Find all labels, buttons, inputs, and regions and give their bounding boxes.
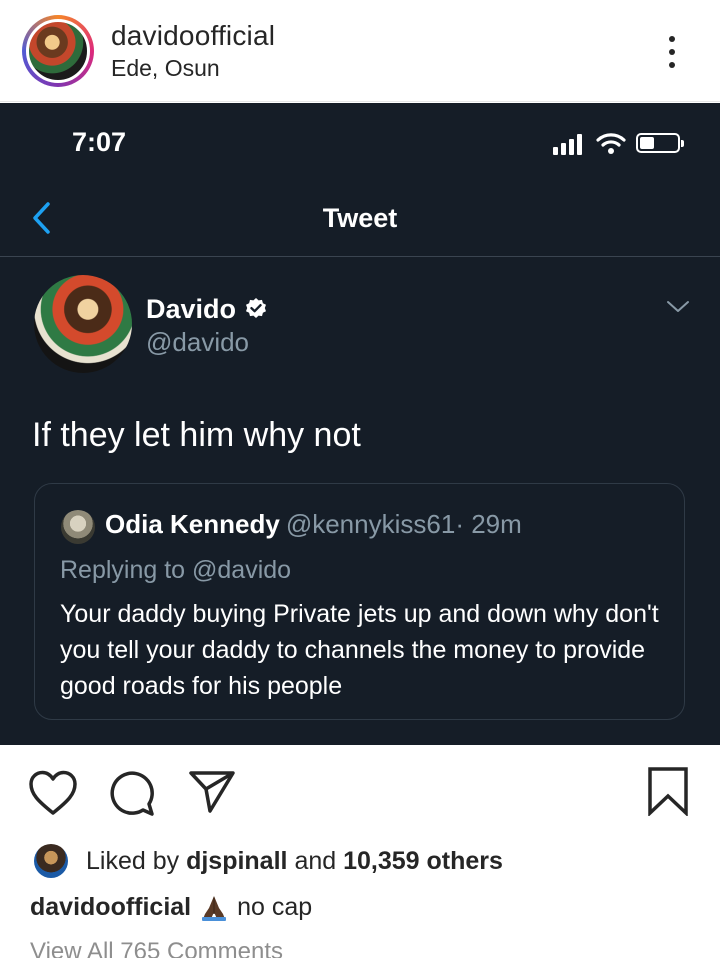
signal-icon <box>553 133 587 155</box>
quoted-tweet-header: Odia Kennedy @kennykiss61· 29m <box>105 509 522 540</box>
post-location[interactable]: Ede, Osun <box>111 55 220 82</box>
status-bar-icons <box>553 131 688 155</box>
comment-icon[interactable] <box>108 770 156 818</box>
quoted-tweet[interactable]: Odia Kennedy @kennykiss61· 29m Replying t… <box>34 483 685 720</box>
praying-hands-icon <box>202 896 227 921</box>
post-action-bar <box>0 746 720 836</box>
likes-middle: and <box>294 846 337 875</box>
heart-icon[interactable] <box>28 770 78 816</box>
caption-username[interactable]: davidoofficial <box>30 893 191 922</box>
caption-text: no cap <box>237 892 313 921</box>
likes-summary[interactable]: Liked by djspinall and 10,359 others <box>34 843 503 879</box>
avatar[interactable] <box>26 19 90 83</box>
more-vertical-icon[interactable] <box>660 30 684 74</box>
quoted-author-handle: @kennykiss61 <box>285 509 456 539</box>
quoted-author-avatar <box>61 510 95 544</box>
caption: davidoofficial no cap <box>30 892 312 922</box>
tweet-author-row: Davido <box>146 291 268 327</box>
view-all-comments-link[interactable]: View All 765 Comments <box>30 938 283 958</box>
tweet-author-avatar[interactable] <box>34 275 132 373</box>
likes-others[interactable]: 10,359 others <box>343 847 503 876</box>
tweet-screenshot-image: 7:07 Tweet Davido @davido If they let hi… <box>0 103 720 745</box>
status-bar-time: 7:07 <box>72 127 127 157</box>
likes-prefix: Liked by <box>86 846 180 875</box>
verified-badge-icon <box>246 298 267 318</box>
post-header: davidoofficial Ede, Osun <box>0 0 720 102</box>
chevron-down-icon[interactable] <box>666 299 690 315</box>
tweet-author-name[interactable]: Davido <box>146 294 236 325</box>
tweet-nav-title: Tweet <box>322 203 398 233</box>
send-icon[interactable] <box>188 770 236 814</box>
tweet-text: If they let him why not <box>32 416 361 454</box>
wifi-icon <box>596 133 626 154</box>
battery-icon <box>636 133 684 153</box>
replying-to: Replying to @davido <box>60 556 292 584</box>
post-username[interactable]: davidoofficial <box>111 20 275 52</box>
quoted-time: · 29m <box>455 509 522 539</box>
quoted-author-name: Odia Kennedy <box>105 509 280 539</box>
quoted-tweet-text: Your daddy buying Private jets up and do… <box>60 600 659 700</box>
story-ring[interactable] <box>22 15 94 87</box>
liker-avatar <box>34 844 68 878</box>
tweet-author-handle[interactable]: @davido <box>146 327 249 358</box>
liker-username[interactable]: djspinall <box>186 847 287 876</box>
divider <box>0 256 720 257</box>
bookmark-icon[interactable] <box>647 766 689 816</box>
